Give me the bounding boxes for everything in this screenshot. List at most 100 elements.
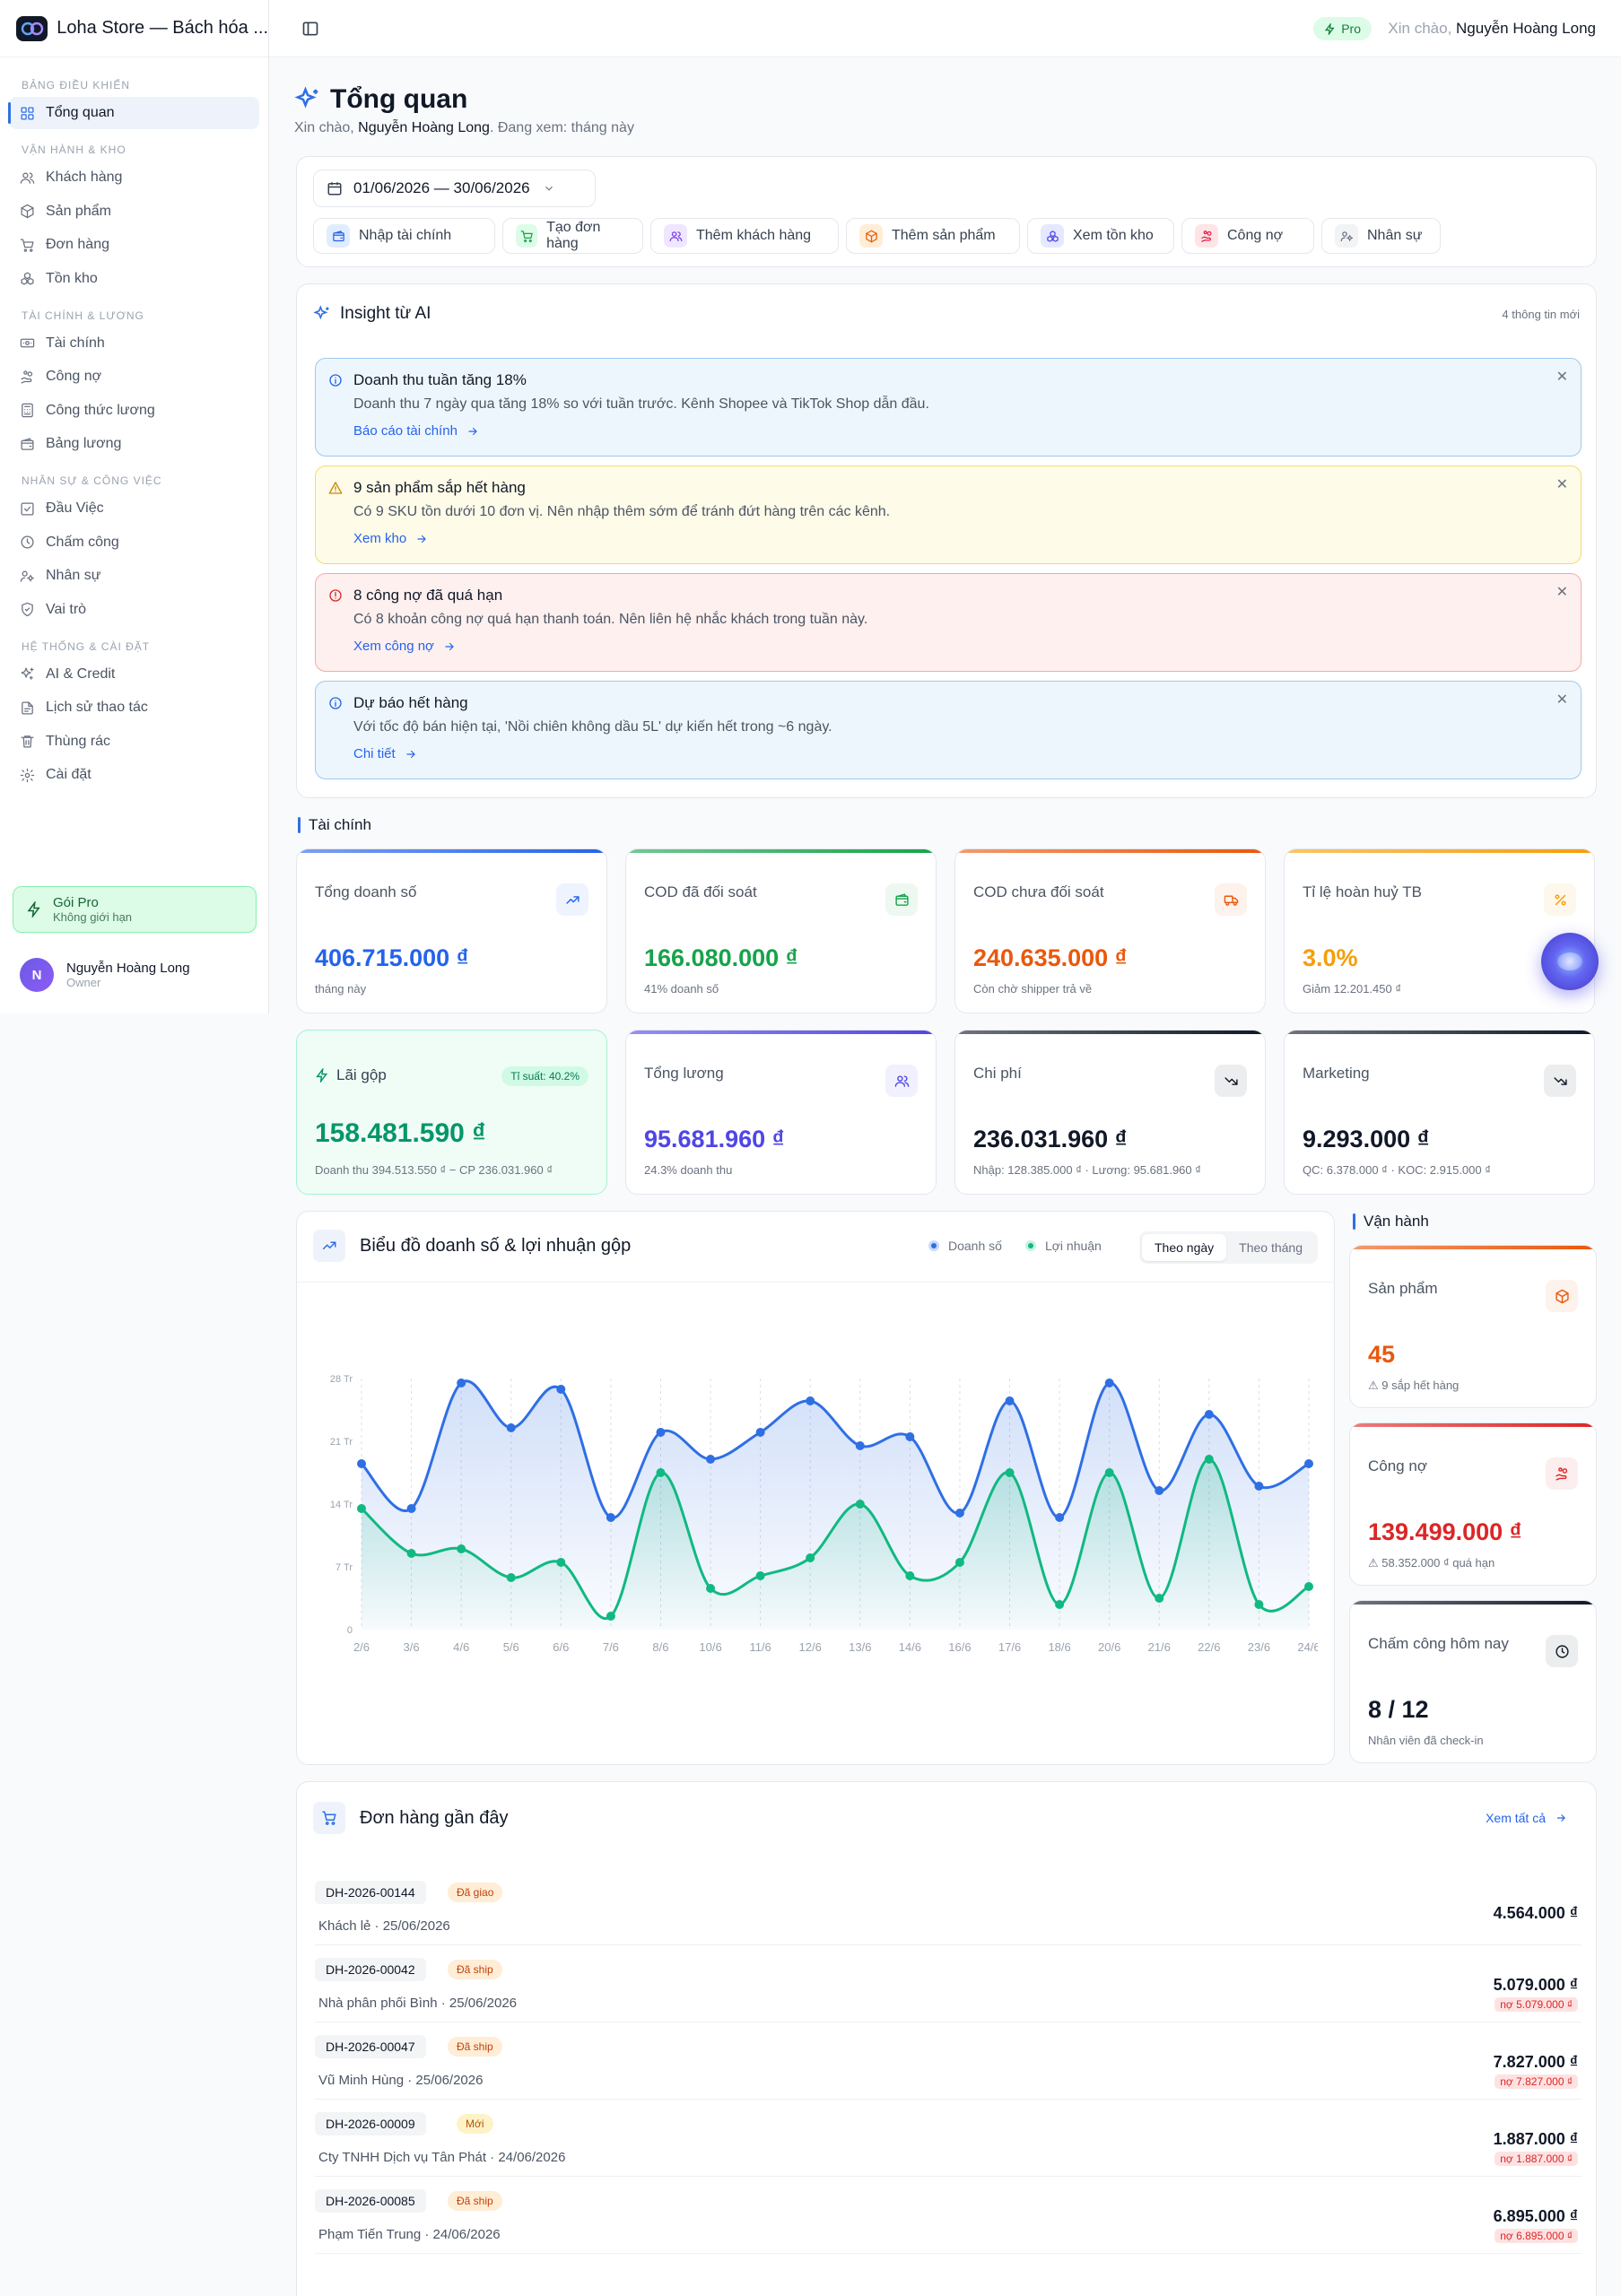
sidebar-item-grid[interactable]: Tổng quan (8, 97, 259, 129)
data-point[interactable] (1155, 1486, 1164, 1495)
tab-by-month[interactable]: Theo tháng (1226, 1234, 1315, 1261)
data-point[interactable] (755, 1428, 765, 1437)
stat-card[interactable]: Tổng doanh số 406.715.000 ₫ tháng này (296, 848, 607, 1013)
data-point[interactable] (1304, 1459, 1313, 1468)
stat-card[interactable]: Tỉ lệ hoàn huỷ TB 3.0% Giảm 12.201.450 ₫ (1284, 848, 1595, 1013)
close-icon[interactable]: ✕ (1556, 583, 1568, 601)
data-point[interactable] (506, 1573, 516, 1582)
data-point[interactable] (806, 1396, 815, 1405)
stat-card[interactable]: Marketing 9.293.000 ₫ QC: 6.378.000 ₫ · KO… (1284, 1030, 1595, 1195)
date-range-picker[interactable]: 01/06/2026 — 30/06/2026 (313, 170, 596, 207)
data-point[interactable] (905, 1571, 915, 1580)
data-point[interactable] (406, 1504, 416, 1513)
data-point[interactable] (806, 1553, 815, 1562)
sidebar-item-calculator[interactable]: Công thức lương (9, 395, 259, 427)
data-point[interactable] (656, 1428, 666, 1437)
data-point[interactable] (656, 1468, 666, 1477)
stat-card[interactable]: Công nợ 139.499.000 ₫ ⚠ 58.352.000 ₫ quá h… (1349, 1422, 1597, 1586)
data-point[interactable] (606, 1612, 615, 1621)
ai-assistant-fab[interactable] (1541, 933, 1599, 990)
gross-profit-card[interactable]: Lãi gộp Tỉ suất: 40.2% 158.481.590 ₫ Doa… (296, 1030, 607, 1195)
data-point[interactable] (755, 1571, 765, 1580)
sidebar-item-history[interactable]: Lịch sử thao tác (9, 691, 259, 724)
stat-card[interactable]: Chấm công hôm nay 8 / 12 Nhân viên đã chec… (1349, 1600, 1597, 1763)
close-icon[interactable]: ✕ (1556, 475, 1568, 493)
sidebar-item-hand-coins[interactable]: Công nợ (9, 361, 259, 393)
stat-card[interactable]: Tổng lương 95.681.960 ₫ 24.3% doanh thu (625, 1030, 937, 1195)
data-point[interactable] (1005, 1468, 1015, 1477)
order-row[interactable]: DH-2026-00047 Đã ship Vũ Minh Hùng · 25/06… (315, 2022, 1582, 2100)
order-row[interactable]: DH-2026-00009 Mới Cty TNHH Dịch vụ Tân Phá… (315, 2100, 1582, 2177)
sidebar-item-wallet[interactable]: Bảng lương (9, 428, 259, 460)
sidebar-item-boxes[interactable]: Tồn kho (9, 263, 259, 295)
sidebar-item-shield[interactable]: Vai trò (9, 594, 259, 626)
alert-link[interactable]: Xem kho (353, 531, 1566, 546)
alert-link[interactable]: Báo cáo tài chính (353, 423, 1566, 439)
sidebar-item-package[interactable]: Sản phẩm (9, 196, 259, 228)
quick-action-button[interactable]: Nhân sự (1321, 218, 1441, 254)
sidebar-item-users[interactable]: Khách hàng (9, 161, 259, 194)
upgrade-card[interactable]: Gói Pro Không giới hạn (13, 886, 257, 933)
user-profile[interactable]: N Nguyễn Hoàng Long Owner (20, 958, 190, 992)
order-row[interactable]: DH-2026-00042 Đã ship Nhà phân phối Bình ·… (315, 1945, 1582, 2022)
quick-action-button[interactable]: Thêm khách hàng (650, 218, 839, 254)
tab-by-day[interactable]: Theo ngày (1141, 1234, 1227, 1261)
data-point[interactable] (406, 1549, 416, 1558)
brand[interactable]: Loha Store — Bách hóa ... (0, 0, 268, 57)
data-point[interactable] (905, 1432, 915, 1441)
data-point[interactable] (357, 1504, 366, 1513)
quick-action-button[interactable]: Xem tồn kho (1027, 218, 1174, 254)
data-point[interactable] (855, 1500, 865, 1509)
quick-action-button[interactable]: Nhập tài chính (313, 218, 495, 254)
data-point[interactable] (706, 1584, 716, 1593)
data-point[interactable] (1055, 1513, 1065, 1522)
sidebar-toggle-button[interactable] (301, 20, 319, 38)
data-point[interactable] (1204, 1455, 1214, 1464)
view-all-orders-link[interactable]: Xem tất cả (1486, 1811, 1567, 1825)
alert-link[interactable]: Chi tiết (353, 746, 1566, 761)
alert-link[interactable]: Xem công nợ (353, 639, 1566, 654)
grid-icon (21, 106, 34, 120)
stat-card[interactable]: COD chưa đối soát 240.635.000 ₫ Còn chờ sh… (954, 848, 1266, 1013)
data-point[interactable] (1304, 1582, 1313, 1591)
data-point[interactable] (556, 1558, 566, 1567)
data-point[interactable] (1104, 1378, 1114, 1387)
data-point[interactable] (457, 1378, 466, 1387)
data-point[interactable] (506, 1423, 516, 1432)
stat-card[interactable]: Chi phí 236.031.960 ₫ Nhập: 128.385.000 ₫ … (954, 1030, 1266, 1195)
data-point[interactable] (606, 1513, 615, 1522)
data-point[interactable] (1204, 1410, 1214, 1419)
data-point[interactable] (1104, 1468, 1114, 1477)
order-row[interactable]: DH-2026-00144 Đã giao Khách lẻ · 25/06/202… (315, 1868, 1582, 1945)
data-point[interactable] (1155, 1594, 1164, 1603)
data-point[interactable] (1005, 1396, 1015, 1405)
data-point[interactable] (954, 1509, 964, 1518)
alert-description: Có 8 khoản công nợ quá hạn thanh toán. N… (353, 612, 868, 627)
close-icon[interactable]: ✕ (1556, 691, 1568, 709)
data-point[interactable] (855, 1441, 865, 1450)
quick-action-button[interactable]: Tạo đơn hàng (502, 218, 643, 254)
data-point[interactable] (954, 1558, 964, 1567)
data-point[interactable] (1055, 1600, 1065, 1609)
stat-card[interactable]: Sản phẩm 45 ⚠ 9 sắp hết hàng (1349, 1245, 1597, 1408)
stat-card[interactable]: COD đã đối soát 166.080.000 ₫ 41% doanh số (625, 848, 937, 1013)
data-point[interactable] (357, 1459, 366, 1468)
sidebar-item-banknote[interactable]: Tài chính (9, 327, 259, 360)
sidebar-item-user-group[interactable]: Nhân sự (9, 560, 259, 592)
sidebar-item-trash[interactable]: Thùng rác (9, 726, 259, 758)
sidebar-item-gear[interactable]: Cài đặt (9, 759, 259, 791)
stat-value: 3.0% (1303, 944, 1358, 971)
quick-action-button[interactable]: Thêm sản phẩm (846, 218, 1020, 254)
sidebar-item-sparkles[interactable]: AI & Credit (9, 658, 259, 691)
data-point[interactable] (1254, 1482, 1264, 1491)
order-row[interactable]: DH-2026-00085 Đã ship Phạm Tiến Trung · 24… (315, 2177, 1582, 2254)
sidebar-item-clock[interactable]: Chấm công (9, 526, 259, 559)
close-icon[interactable]: ✕ (1556, 368, 1568, 386)
data-point[interactable] (556, 1385, 566, 1394)
data-point[interactable] (1254, 1600, 1264, 1609)
data-point[interactable] (457, 1544, 466, 1553)
sidebar-item-check-square[interactable]: Đầu Việc (9, 492, 259, 525)
quick-action-button[interactable]: Công nợ (1181, 218, 1314, 254)
data-point[interactable] (706, 1455, 716, 1464)
sidebar-item-cart[interactable]: Đơn hàng (9, 229, 259, 261)
